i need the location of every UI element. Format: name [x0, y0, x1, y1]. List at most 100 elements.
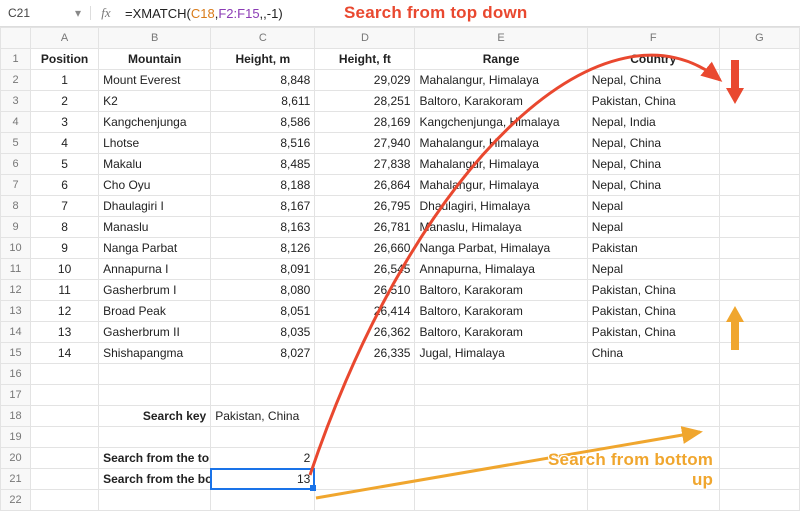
cell[interactable]	[719, 364, 799, 385]
cell[interactable]: Jugal, Himalaya	[415, 343, 587, 364]
cell[interactable]: Mahalangur, Himalaya	[415, 154, 587, 175]
cell[interactable]	[415, 385, 587, 406]
cell[interactable]	[99, 364, 211, 385]
cell[interactable]: 27,940	[315, 133, 415, 154]
row-header[interactable]: 22	[1, 490, 31, 511]
cell[interactable]	[415, 448, 587, 469]
cell[interactable]: 8,163	[211, 217, 315, 238]
cell[interactable]: Manaslu	[99, 217, 211, 238]
cell[interactable]	[587, 448, 719, 469]
cell[interactable]: 8,051	[211, 301, 315, 322]
cell[interactable]	[211, 364, 315, 385]
cell[interactable]: 6	[31, 175, 99, 196]
cell[interactable]	[315, 469, 415, 490]
cell[interactable]: Kangchenjunga	[99, 112, 211, 133]
cell[interactable]	[719, 133, 799, 154]
cell[interactable]	[587, 427, 719, 448]
cell[interactable]	[31, 406, 99, 427]
cell[interactable]: 12	[31, 301, 99, 322]
row-header[interactable]: 10	[1, 238, 31, 259]
cell[interactable]: Gasherbrum I	[99, 280, 211, 301]
row-header[interactable]: 18	[1, 406, 31, 427]
cell[interactable]: Baltoro, Karakoram	[415, 301, 587, 322]
cell[interactable]	[587, 469, 719, 490]
search-key-label[interactable]: Search key	[99, 406, 211, 427]
cell[interactable]	[211, 490, 315, 511]
row-header[interactable]: 2	[1, 70, 31, 91]
cell[interactable]	[719, 217, 799, 238]
col-header-C[interactable]: C	[211, 28, 315, 49]
cell[interactable]: Pakistan, China	[587, 280, 719, 301]
cell[interactable]: Height, m	[211, 49, 315, 70]
cell[interactable]	[719, 70, 799, 91]
cell[interactable]: 2	[31, 91, 99, 112]
col-header-A[interactable]: A	[31, 28, 99, 49]
row-header[interactable]: 7	[1, 175, 31, 196]
cell[interactable]	[99, 385, 211, 406]
cell[interactable]: 26,660	[315, 238, 415, 259]
cell[interactable]	[415, 427, 587, 448]
cell[interactable]	[415, 364, 587, 385]
cell[interactable]: 1	[31, 70, 99, 91]
col-header-F[interactable]: F	[587, 28, 719, 49]
cell[interactable]	[587, 406, 719, 427]
cell[interactable]: Mahalangur, Himalaya	[415, 133, 587, 154]
cell[interactable]: Height, ft	[315, 49, 415, 70]
cell[interactable]: Pakistan, China	[587, 322, 719, 343]
row-header[interactable]: 11	[1, 259, 31, 280]
col-header-B[interactable]: B	[99, 28, 211, 49]
row-header[interactable]: 13	[1, 301, 31, 322]
cell[interactable]	[719, 196, 799, 217]
cell[interactable]: Gasherbrum II	[99, 322, 211, 343]
row-header[interactable]: 9	[1, 217, 31, 238]
cell[interactable]	[719, 448, 799, 469]
cell[interactable]: 8,080	[211, 280, 315, 301]
cell[interactable]: 8,035	[211, 322, 315, 343]
cell[interactable]	[719, 49, 799, 70]
cell[interactable]: 28,251	[315, 91, 415, 112]
cell[interactable]	[415, 469, 587, 490]
cell[interactable]	[99, 427, 211, 448]
col-header-G[interactable]: G	[719, 28, 799, 49]
row-header[interactable]: 1	[1, 49, 31, 70]
search-top-label[interactable]: Search from the top	[99, 448, 211, 469]
cell[interactable]	[31, 364, 99, 385]
cell[interactable]: 26,781	[315, 217, 415, 238]
cell[interactable]: Dhaulagiri I	[99, 196, 211, 217]
spreadsheet-grid[interactable]: A B C D E F G 1 Position Mountain Height…	[0, 27, 800, 511]
cell[interactable]: Annapurna I	[99, 259, 211, 280]
row-header[interactable]: 6	[1, 154, 31, 175]
cell[interactable]: 26,795	[315, 196, 415, 217]
cell[interactable]	[315, 385, 415, 406]
cell[interactable]: Nepal, China	[587, 175, 719, 196]
cell[interactable]: 8,167	[211, 196, 315, 217]
search-top-value[interactable]: 2	[211, 448, 315, 469]
cell[interactable]: 7	[31, 196, 99, 217]
cell[interactable]: 4	[31, 133, 99, 154]
cell[interactable]	[99, 490, 211, 511]
cell[interactable]: K2	[99, 91, 211, 112]
cell[interactable]: 8,126	[211, 238, 315, 259]
cell[interactable]: 26,510	[315, 280, 415, 301]
col-header-E[interactable]: E	[415, 28, 587, 49]
name-box[interactable]	[4, 1, 68, 25]
row-header[interactable]: 4	[1, 112, 31, 133]
cell[interactable]: Broad Peak	[99, 301, 211, 322]
cell[interactable]: Pakistan, China	[587, 301, 719, 322]
cell[interactable]	[31, 469, 99, 490]
cell[interactable]: Baltoro, Karakoram	[415, 322, 587, 343]
cell[interactable]: Nanga Parbat, Himalaya	[415, 238, 587, 259]
cell[interactable]: 8	[31, 217, 99, 238]
cell[interactable]: 29,029	[315, 70, 415, 91]
cell[interactable]	[719, 469, 799, 490]
cell[interactable]	[719, 406, 799, 427]
cell[interactable]: Nanga Parbat	[99, 238, 211, 259]
cell[interactable]	[211, 427, 315, 448]
cell[interactable]: Mountain	[99, 49, 211, 70]
cell[interactable]	[719, 427, 799, 448]
cell[interactable]	[415, 490, 587, 511]
row-header[interactable]: 19	[1, 427, 31, 448]
cell[interactable]: Nepal, China	[587, 154, 719, 175]
cell[interactable]: Pakistan, China	[587, 91, 719, 112]
cell[interactable]: 14	[31, 343, 99, 364]
